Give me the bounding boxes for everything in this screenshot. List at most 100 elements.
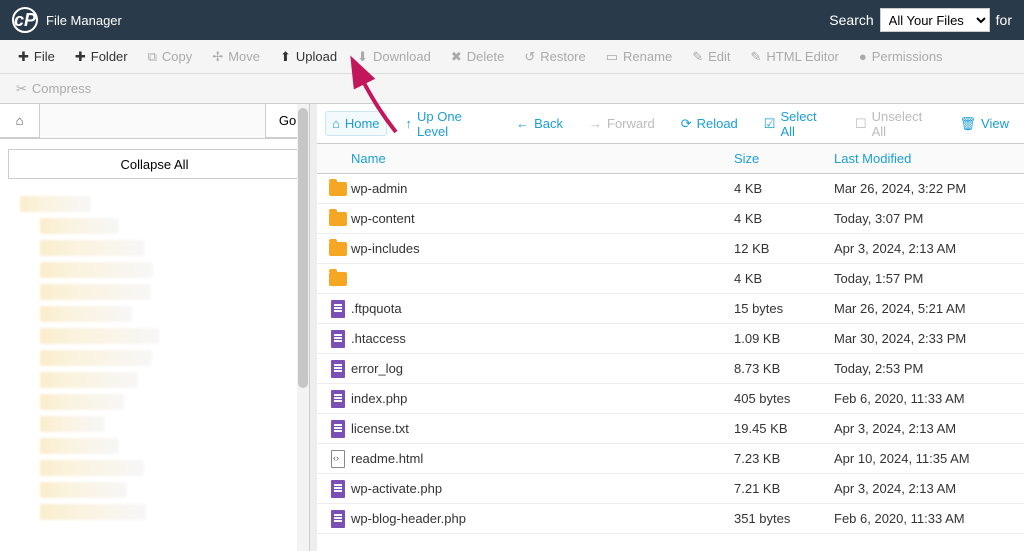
nav-home-button[interactable]: ⌂Home [325, 111, 387, 136]
nav-selectall-button[interactable]: ☑Select All [757, 104, 836, 144]
table-row[interactable]: .htaccess1.09 KBMar 30, 2024, 2:33 PM [317, 324, 1024, 354]
file-button[interactable]: ✚File [8, 43, 65, 71]
nav-up-button[interactable]: ↑Up One Level [399, 104, 498, 144]
nav-back-button[interactable]: ←Back [509, 111, 570, 136]
tree-item[interactable] [0, 347, 309, 369]
split-handle[interactable] [310, 104, 317, 551]
row-size: 4 KB [734, 181, 834, 196]
toolbar-button-label: Restore [540, 49, 586, 64]
table-row[interactable]: .ftpquota15 bytesMar 26, 2024, 5:21 AM [317, 294, 1024, 324]
home-icon: ⌂ [332, 116, 340, 131]
rename-icon: ▭ [606, 49, 618, 65]
row-modified: Feb 6, 2020, 11:33 AM [834, 511, 1024, 526]
tree-item[interactable] [0, 435, 309, 457]
rename-button[interactable]: ▭ Rename [596, 43, 682, 71]
toolbar-button-label: Copy [162, 49, 192, 64]
app-title: File Manager [46, 13, 122, 28]
nav-view-button[interactable]: 🗑View [953, 111, 1016, 137]
tree-item-label [40, 482, 127, 498]
file-doc-icon [331, 480, 345, 498]
tree-item-label [40, 240, 144, 256]
tree-item[interactable] [0, 501, 309, 523]
folder-icon [329, 272, 347, 286]
tree-item[interactable] [0, 413, 309, 435]
row-name: wp-includes [351, 241, 420, 256]
upload-button[interactable]: ⬆Upload [270, 43, 347, 71]
htmleditor-button[interactable]: ✎HTML Editor [741, 43, 849, 71]
column-size[interactable]: Size [734, 151, 834, 166]
sidebar-scrollbar-thumb[interactable] [298, 108, 308, 388]
tree-item[interactable] [0, 391, 309, 413]
tree-item-label [40, 284, 151, 300]
table-row[interactable]: wp-includes12 KBApr 3, 2024, 2:13 AM [317, 234, 1024, 264]
table-row[interactable]: wp-activate.php7.21 KBApr 3, 2024, 2:13 … [317, 474, 1024, 504]
copy-icon: ⧉ [148, 49, 157, 65]
table-row[interactable]: wp-admin4 KBMar 26, 2024, 3:22 PM [317, 174, 1024, 204]
tree-item[interactable] [0, 325, 309, 347]
sidebar-home-button[interactable]: ⌂ [0, 104, 40, 138]
folder-icon [329, 182, 347, 196]
table-row[interactable]: error_log8.73 KBToday, 2:53 PM [317, 354, 1024, 384]
table-row[interactable]: wp-blog-header.php351 bytesFeb 6, 2020, … [317, 504, 1024, 534]
toolbar-button-label: Compress [32, 81, 91, 96]
table-row[interactable]: 4 KBToday, 1:57 PM [317, 264, 1024, 294]
toolbar-button-label: Rename [623, 49, 672, 64]
download-button[interactable]: ⬇Download [347, 43, 441, 71]
secondary-toolbar: ✂Compress [0, 74, 1024, 104]
row-modified: Mar 26, 2024, 3:22 PM [834, 181, 1024, 196]
nav-reload-button[interactable]: ⟳Reload [674, 111, 745, 137]
tree-item[interactable] [0, 259, 309, 281]
cpanel-icon: cP [12, 7, 38, 33]
table-row[interactable]: readme.html7.23 KBApr 10, 2024, 11:35 AM [317, 444, 1024, 474]
nav-unselectall-button[interactable]: ☐Unselect All [848, 104, 941, 144]
nav-button-label: Forward [607, 116, 655, 131]
toolbar-button-label: Delete [467, 49, 505, 64]
search-scope-select[interactable]: All Your Files [880, 8, 990, 32]
column-modified[interactable]: Last Modified [834, 151, 1024, 166]
nav-toolbar: ⌂Home ↑Up One Level ←Back → Forward ⟳Reload ☑S… [317, 104, 1024, 144]
delete-icon: ✖ [451, 49, 462, 65]
row-size: 8.73 KB [734, 361, 834, 376]
move-button[interactable]: ✢Move [202, 43, 270, 71]
row-name: wp-content [351, 211, 415, 226]
path-input[interactable] [40, 104, 265, 138]
tree-item-label [40, 350, 152, 366]
table-row[interactable]: index.php405 bytesFeb 6, 2020, 11:33 AM [317, 384, 1024, 414]
unselectall-icon: ☐ [855, 116, 867, 132]
header-search: Search All Your Files for [829, 8, 1012, 32]
collapse-all-button[interactable]: Collapse All [8, 149, 301, 179]
folder-button[interactable]: ✚Folder [65, 43, 138, 71]
table-row[interactable]: license.txt19.45 KBApr 3, 2024, 2:13 AM [317, 414, 1024, 444]
tree-item-label [40, 416, 104, 432]
tree-item-label [40, 328, 159, 344]
nav-button-label: View [981, 116, 1009, 131]
tree-item[interactable] [0, 457, 309, 479]
column-name[interactable]: Name [351, 151, 734, 166]
restore-button[interactable]: ↺Restore [514, 43, 595, 71]
tree-item[interactable] [0, 479, 309, 501]
toolbar-button-label: Folder [91, 49, 128, 64]
compress-button[interactable]: ✂Compress [8, 77, 99, 101]
permissions-button[interactable]: ●Permissions [849, 43, 953, 70]
tree-item[interactable] [0, 193, 309, 215]
nav-forward-button[interactable]: → Forward [582, 111, 662, 136]
tree-item[interactable] [0, 281, 309, 303]
tree-item[interactable] [0, 369, 309, 391]
tree-item[interactable] [0, 237, 309, 259]
tree-item[interactable] [0, 303, 309, 325]
row-name: license.txt [351, 421, 409, 436]
file-table-body: wp-admin4 KBMar 26, 2024, 3:22 PMwp-cont… [317, 174, 1024, 551]
for-label: for [996, 12, 1012, 28]
edit-button[interactable]: ✎Edit [682, 43, 740, 71]
sidebar-scrollbar[interactable] [297, 104, 309, 551]
nav-button-label: Select All [780, 109, 829, 139]
row-modified: Apr 3, 2024, 2:13 AM [834, 421, 1024, 436]
tree-item-label [40, 438, 119, 454]
copy-button[interactable]: ⧉ Copy [138, 43, 203, 71]
delete-button[interactable]: ✖ Delete [441, 43, 514, 71]
table-row[interactable]: wp-content4 KBToday, 3:07 PM [317, 204, 1024, 234]
download-icon: ⬇ [357, 49, 368, 65]
sidebar: ⌂ Go Collapse All [0, 104, 310, 551]
forward-icon: → [589, 116, 602, 131]
tree-item[interactable] [0, 215, 309, 237]
